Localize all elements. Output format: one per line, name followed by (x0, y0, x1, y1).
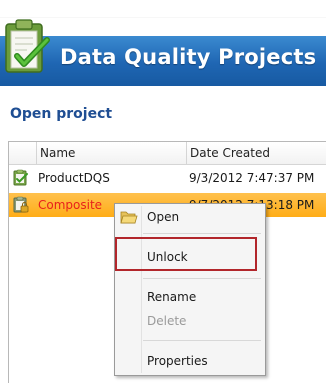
context-menu: Open Unlock Rename Delete Properties (114, 203, 266, 376)
menu-separator (143, 233, 261, 234)
menu-separator (143, 278, 261, 279)
menu-item-delete: Delete (147, 314, 187, 328)
column-divider[interactable] (186, 142, 187, 164)
clipboard-check-icon (3, 18, 51, 78)
column-header-date-created[interactable]: Date Created (190, 146, 270, 160)
locked-project-icon (12, 196, 30, 214)
table-header: Name Date Created (9, 142, 326, 165)
menu-item-properties[interactable]: Properties (147, 354, 208, 368)
section-title: Open project (10, 106, 113, 122)
unlock-highlight-box (115, 237, 257, 271)
project-icon (12, 169, 30, 187)
menu-separator (143, 340, 261, 341)
folder-open-icon (120, 209, 138, 225)
project-name: Composite (38, 198, 103, 212)
column-header-name[interactable]: Name (40, 146, 75, 160)
header-banner: Data Quality Projects (0, 0, 326, 93)
project-date-created: 9/3/2012 7:47:37 PM (189, 171, 315, 185)
project-name: ProductDQS (38, 171, 110, 185)
column-divider[interactable] (36, 142, 37, 164)
menu-item-rename[interactable]: Rename (147, 290, 196, 304)
menu-item-open[interactable]: Open (147, 210, 179, 224)
menu-gutter (141, 206, 142, 373)
app-title: Data Quality Projects (60, 45, 317, 69)
table-row-productdqs[interactable]: ProductDQS 9/3/2012 7:47:37 PM (9, 166, 326, 190)
